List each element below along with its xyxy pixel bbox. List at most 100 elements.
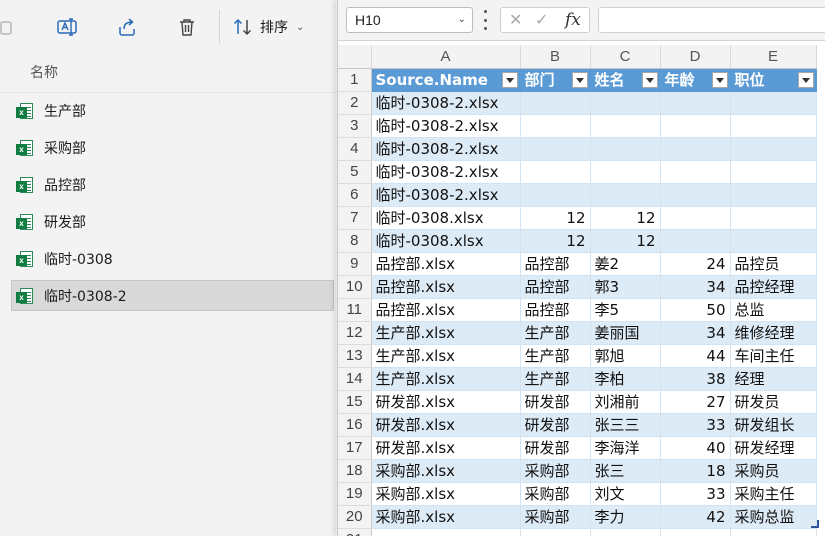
cell[interactable]: 品控部 xyxy=(520,252,591,276)
cell[interactable]: 车间主任 xyxy=(730,344,817,368)
file-item-scb[interactable]: x 生产部 xyxy=(11,95,334,126)
cell[interactable]: 生产部 xyxy=(520,321,591,345)
cell[interactable]: 姜丽国 xyxy=(590,321,661,345)
cell[interactable] xyxy=(590,114,661,138)
cell[interactable] xyxy=(660,206,731,230)
cell[interactable] xyxy=(660,229,731,253)
row-header[interactable]: 13 xyxy=(338,344,372,368)
cell[interactable] xyxy=(660,528,731,536)
row-header[interactable]: 7 xyxy=(338,206,372,230)
cell[interactable]: 李柏 xyxy=(590,367,661,391)
row-header[interactable]: 16 xyxy=(338,413,372,437)
cell[interactable] xyxy=(660,183,731,207)
row-header[interactable]: 17 xyxy=(338,436,372,460)
cell[interactable]: 12 xyxy=(520,206,591,230)
cell[interactable]: 27 xyxy=(660,390,731,414)
cell[interactable]: 张三三 xyxy=(590,413,661,437)
cell[interactable]: 采购部 xyxy=(520,459,591,483)
delete-button[interactable] xyxy=(170,10,204,44)
cell[interactable]: 郭旭 xyxy=(590,344,661,368)
cell[interactable] xyxy=(730,91,817,115)
name-column-header[interactable]: 名称 xyxy=(30,62,58,82)
cell[interactable]: 生产部.xlsx xyxy=(371,367,521,391)
cell[interactable] xyxy=(730,114,817,138)
share-button[interactable] xyxy=(110,10,144,44)
cell[interactable]: 品控部 xyxy=(520,298,591,322)
cancel-icon[interactable]: ✕ xyxy=(509,12,522,28)
cell[interactable]: 刘湘前 xyxy=(590,390,661,414)
cell[interactable] xyxy=(590,160,661,184)
cell[interactable]: 研发组长 xyxy=(730,413,817,437)
cell[interactable]: 生产部 xyxy=(520,344,591,368)
row-header[interactable]: 8 xyxy=(338,229,372,253)
cell[interactable]: 采购部 xyxy=(520,505,591,529)
file-item-temp-0308-2[interactable]: x 临时-0308-2 xyxy=(11,280,334,311)
cell[interactable]: 张三 xyxy=(590,459,661,483)
column-header[interactable]: D xyxy=(660,45,731,69)
cell[interactable] xyxy=(730,528,817,536)
row-header[interactable]: 2 xyxy=(338,91,372,115)
cell[interactable]: 总监 xyxy=(730,298,817,322)
cell[interactable]: 临时-0308-2.xlsx xyxy=(371,183,521,207)
cell[interactable]: 研发部 xyxy=(520,436,591,460)
cell[interactable]: 经理 xyxy=(730,367,817,391)
row-header[interactable]: 12 xyxy=(338,321,372,345)
filter-dropdown-icon[interactable] xyxy=(641,71,658,88)
cell[interactable] xyxy=(660,114,731,138)
cell[interactable]: 38 xyxy=(660,367,731,391)
cell[interactable] xyxy=(660,91,731,115)
column-header[interactable]: A xyxy=(371,45,521,69)
filter-dropdown-icon[interactable] xyxy=(711,71,728,88)
table-header-cell[interactable]: 部门 xyxy=(520,68,591,92)
cell[interactable]: 李力 xyxy=(590,505,661,529)
cell[interactable]: 采购员 xyxy=(730,459,817,483)
cell[interactable]: 临时-0308.xlsx xyxy=(371,229,521,253)
file-item-pkb[interactable]: x 品控部 xyxy=(11,169,334,200)
cell[interactable]: 临时-0308-2.xlsx xyxy=(371,160,521,184)
chevron-down-icon[interactable]: ⌄ xyxy=(458,8,466,32)
cell[interactable]: 采购部.xlsx xyxy=(371,482,521,506)
cell[interactable] xyxy=(660,137,731,161)
row-header[interactable]: 18 xyxy=(338,459,372,483)
cell[interactable]: 品控员 xyxy=(730,252,817,276)
cell[interactable]: 品控部.xlsx xyxy=(371,298,521,322)
table-header-cell[interactable]: 职位 xyxy=(730,68,817,92)
cell[interactable]: 34 xyxy=(660,321,731,345)
cell[interactable]: 李海洋 xyxy=(590,436,661,460)
row-header[interactable]: 21 xyxy=(338,528,372,536)
cell[interactable]: 生产部.xlsx xyxy=(371,321,521,345)
cell[interactable]: 李5 xyxy=(590,298,661,322)
cell[interactable]: 品控部.xlsx xyxy=(371,252,521,276)
cell[interactable] xyxy=(590,137,661,161)
cell[interactable]: 12 xyxy=(590,206,661,230)
cell[interactable] xyxy=(730,137,817,161)
column-header[interactable]: C xyxy=(590,45,661,69)
cell[interactable]: 研发员 xyxy=(730,390,817,414)
file-item-yfb[interactable]: x 研发部 xyxy=(11,206,334,237)
row-header[interactable]: 10 xyxy=(338,275,372,299)
more-options-icon[interactable] xyxy=(483,10,487,30)
cell[interactable]: 采购总监 xyxy=(730,505,817,529)
row-header[interactable]: 6 xyxy=(338,183,372,207)
cell[interactable]: 刘文 xyxy=(590,482,661,506)
formula-input[interactable] xyxy=(598,7,825,33)
table-resize-handle[interactable] xyxy=(811,520,819,528)
row-header[interactable]: 20 xyxy=(338,505,372,529)
cell[interactable] xyxy=(660,160,731,184)
file-item-temp-0308[interactable]: x 临时-0308 xyxy=(11,243,334,274)
row-header[interactable]: 9 xyxy=(338,252,372,276)
row-header[interactable]: 5 xyxy=(338,160,372,184)
cell[interactable]: 33 xyxy=(660,413,731,437)
cell[interactable]: 33 xyxy=(660,482,731,506)
cell[interactable]: 生产部 xyxy=(520,367,591,391)
copy-button[interactable] xyxy=(0,10,26,44)
select-all-corner[interactable] xyxy=(338,45,372,69)
cell[interactable] xyxy=(520,137,591,161)
cell[interactable]: 临时-0308-2.xlsx xyxy=(371,114,521,138)
row-header[interactable]: 1 xyxy=(338,68,372,92)
filter-dropdown-icon[interactable] xyxy=(797,71,814,88)
cell[interactable]: 郭3 xyxy=(590,275,661,299)
cell[interactable]: 研发经理 xyxy=(730,436,817,460)
cell[interactable]: 临时-0308.xlsx xyxy=(371,206,521,230)
row-header[interactable]: 11 xyxy=(338,298,372,322)
